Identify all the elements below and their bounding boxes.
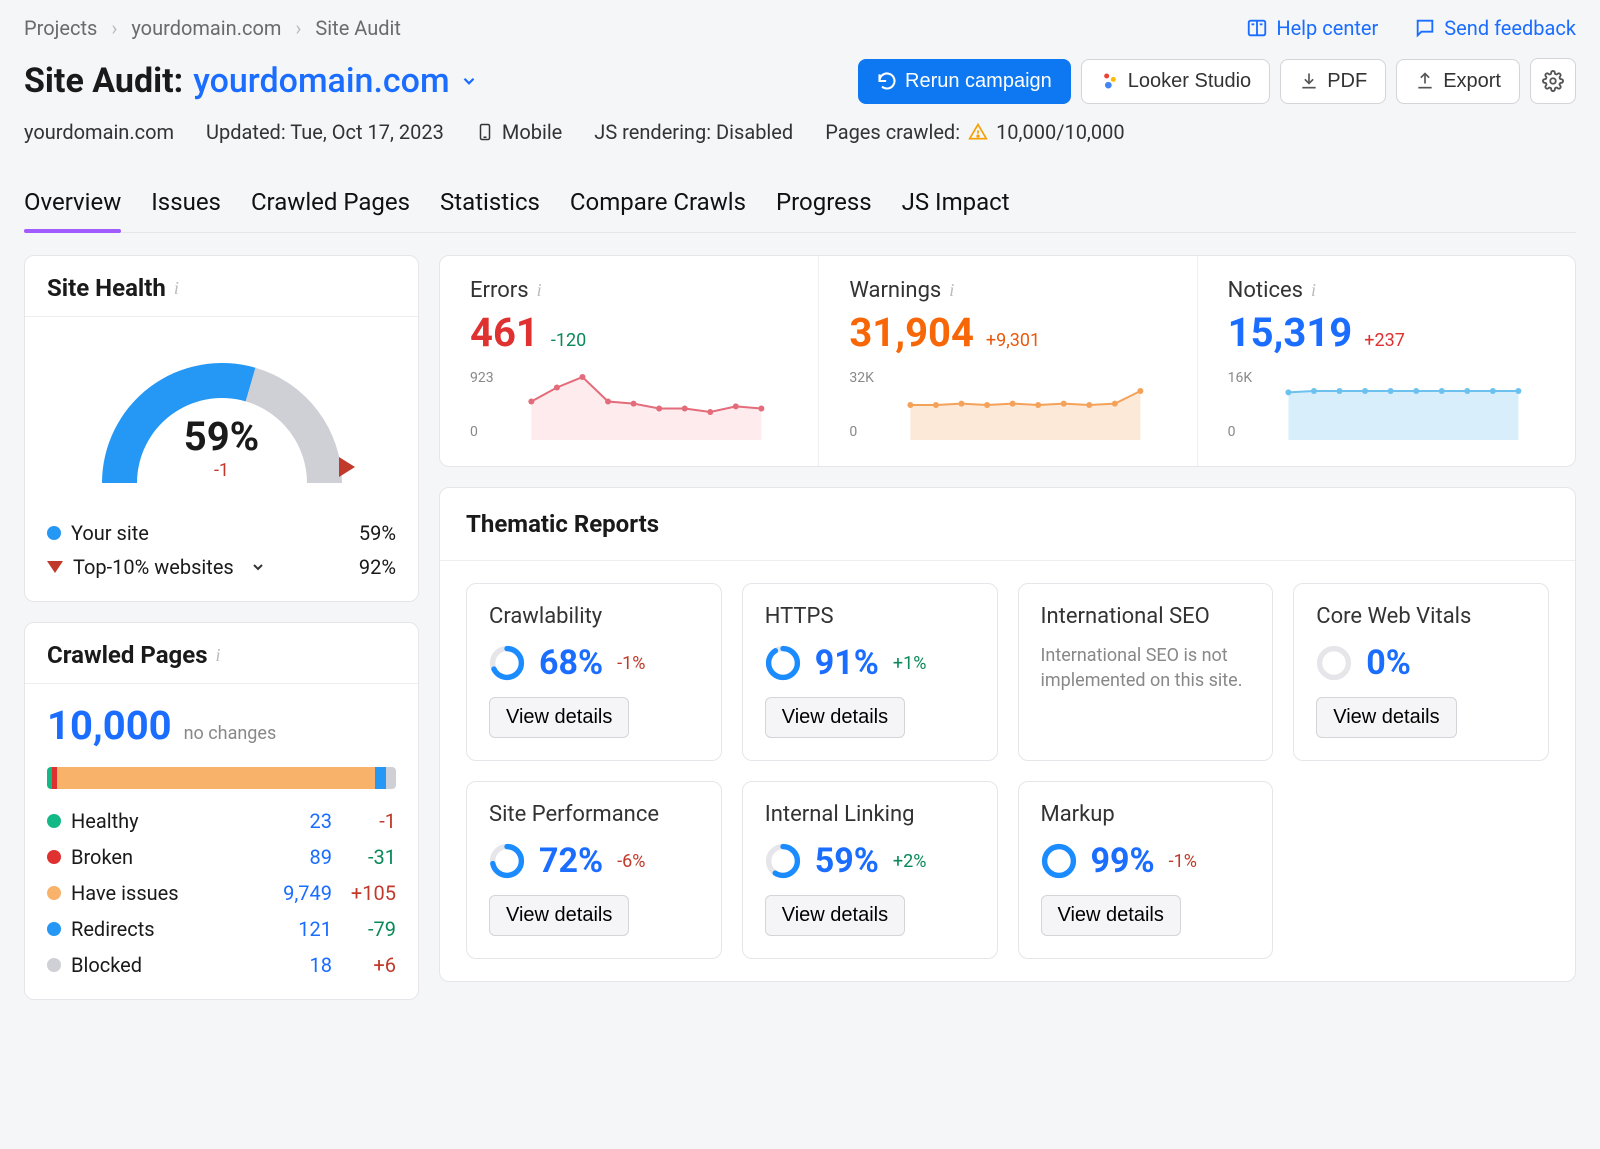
ring-icon bbox=[1041, 843, 1077, 879]
view-details-button[interactable]: View details bbox=[765, 895, 905, 936]
dot-icon bbox=[47, 814, 61, 828]
card-title: Thematic Reports bbox=[466, 510, 1549, 538]
sparkline-chart bbox=[504, 370, 789, 440]
tab-crawled-pages[interactable]: Crawled Pages bbox=[251, 188, 410, 232]
tab-js-impact[interactable]: JS Impact bbox=[902, 188, 1010, 232]
thematic-card-markup: Markup 99% -1% View details bbox=[1018, 781, 1274, 959]
ring-icon bbox=[1316, 645, 1352, 681]
meta-js: JS rendering: Disabled bbox=[594, 120, 793, 144]
page-title: Site Audit: yourdomain.com bbox=[24, 61, 478, 101]
stack-segment bbox=[375, 767, 385, 789]
thematic-reports-card: Thematic Reports Crawlability 68% -1% Vi… bbox=[439, 487, 1576, 982]
chevron-right-icon: › bbox=[295, 16, 301, 40]
triangle-down-icon bbox=[47, 561, 63, 573]
send-feedback-link[interactable]: Send feedback bbox=[1414, 16, 1576, 40]
info-icon[interactable]: i bbox=[174, 278, 179, 299]
tab-progress[interactable]: Progress bbox=[776, 188, 872, 232]
ring-icon bbox=[765, 645, 801, 681]
pdf-button[interactable]: PDF bbox=[1280, 59, 1386, 104]
export-button[interactable]: Export bbox=[1396, 59, 1520, 104]
refresh-icon bbox=[877, 71, 897, 91]
dot-icon bbox=[47, 958, 61, 972]
site-health-card: Site Health i 59% -1 bbox=[24, 255, 419, 602]
stat-notices[interactable]: Notices i 15,319+237 16K0 bbox=[1197, 256, 1575, 466]
help-center-link[interactable]: Help center bbox=[1246, 16, 1378, 40]
thematic-card-https: HTTPS 91% +1% View details bbox=[742, 583, 998, 761]
info-icon[interactable]: i bbox=[537, 280, 542, 301]
gauge-pointer-icon bbox=[339, 457, 355, 477]
crawled-row[interactable]: Redirects 121 -79 bbox=[47, 917, 396, 941]
meta-device: Mobile bbox=[476, 120, 562, 144]
stat-errors[interactable]: Errors i 461-120 9230 bbox=[440, 256, 818, 466]
stat-warnings[interactable]: Warnings i 31,904+9,301 32K0 bbox=[818, 256, 1196, 466]
stack-segment bbox=[386, 767, 396, 789]
info-icon[interactable]: i bbox=[1311, 280, 1316, 301]
upload-icon bbox=[1415, 71, 1435, 91]
breadcrumb-item[interactable]: Projects bbox=[24, 16, 97, 40]
tab-overview[interactable]: Overview bbox=[24, 188, 121, 232]
crawled-row[interactable]: Have issues 9,749 +105 bbox=[47, 881, 396, 905]
breadcrumb-item[interactable]: yourdomain.com bbox=[131, 16, 281, 40]
tab-statistics[interactable]: Statistics bbox=[440, 188, 540, 232]
info-icon[interactable]: i bbox=[216, 645, 221, 666]
stats-card: Errors i 461-120 9230 Warnings i 31,904+… bbox=[439, 255, 1576, 467]
view-details-button[interactable]: View details bbox=[489, 895, 629, 936]
thematic-card-core-web-vitals: Core Web Vitals 0% View details bbox=[1293, 583, 1549, 761]
tab-issues[interactable]: Issues bbox=[151, 188, 221, 232]
view-details-button[interactable]: View details bbox=[1316, 697, 1456, 738]
mobile-icon bbox=[476, 121, 494, 143]
settings-button[interactable] bbox=[1530, 58, 1576, 104]
ring-icon bbox=[489, 645, 525, 681]
chevron-down-icon bbox=[460, 72, 478, 90]
chevron-right-icon: › bbox=[111, 16, 117, 40]
sparkline-chart bbox=[884, 370, 1167, 440]
dot-icon bbox=[47, 526, 61, 540]
chat-icon bbox=[1414, 17, 1436, 39]
thematic-card-international-seo: International SEOInternational SEO is no… bbox=[1018, 583, 1274, 761]
domain-dropdown[interactable]: yourdomain.com bbox=[193, 61, 477, 101]
meta-crawled: Pages crawled: 10,000/10,000 bbox=[825, 120, 1124, 144]
dot-icon bbox=[47, 850, 61, 864]
thematic-card-crawlability: Crawlability 68% -1% View details bbox=[466, 583, 722, 761]
meta-row: yourdomain.com Updated: Tue, Oct 17, 202… bbox=[24, 120, 1576, 144]
crawled-total: 10,000 bbox=[47, 702, 172, 749]
thematic-card-internal-linking: Internal Linking 59% +2% View details bbox=[742, 781, 998, 959]
meta-domain: yourdomain.com bbox=[24, 120, 174, 144]
crawled-stacked-bar bbox=[47, 767, 396, 789]
crawled-row[interactable]: Broken 89 -31 bbox=[47, 845, 396, 869]
crawled-pages-card: Crawled Pages i 10,000 no changes Health… bbox=[24, 622, 419, 1000]
tab-compare-crawls[interactable]: Compare Crawls bbox=[570, 188, 746, 232]
download-icon bbox=[1299, 71, 1319, 91]
info-icon[interactable]: i bbox=[949, 280, 954, 301]
view-details-button[interactable]: View details bbox=[1041, 895, 1181, 936]
book-icon bbox=[1246, 17, 1268, 39]
breadcrumb-item[interactable]: Site Audit bbox=[315, 16, 401, 40]
view-details-button[interactable]: View details bbox=[489, 697, 629, 738]
ring-icon bbox=[765, 843, 801, 879]
crawled-row[interactable]: Blocked 18 +6 bbox=[47, 953, 396, 977]
warning-icon bbox=[968, 122, 988, 142]
dot-icon bbox=[47, 922, 61, 936]
sparkline-chart bbox=[1262, 370, 1545, 440]
crawled-row[interactable]: Healthy 23 -1 bbox=[47, 809, 396, 833]
meta-updated: Updated: Tue, Oct 17, 2023 bbox=[206, 120, 444, 144]
looker-icon bbox=[1100, 71, 1120, 91]
card-title: Site Health bbox=[47, 274, 166, 302]
rerun-button[interactable]: Rerun campaign bbox=[858, 59, 1071, 104]
breadcrumb: Projects › yourdomain.com › Site Audit bbox=[24, 16, 401, 40]
stack-segment bbox=[57, 767, 375, 789]
ring-icon bbox=[489, 843, 525, 879]
top10-dropdown[interactable]: Top-10% websites 92% bbox=[47, 555, 396, 579]
dot-icon bbox=[47, 886, 61, 900]
view-details-button[interactable]: View details bbox=[765, 697, 905, 738]
health-gauge: 59% -1 bbox=[87, 343, 357, 493]
chevron-down-icon bbox=[250, 559, 266, 575]
looker-button[interactable]: Looker Studio bbox=[1081, 59, 1270, 104]
card-title: Crawled Pages bbox=[47, 641, 208, 669]
thematic-card-site-performance: Site Performance 72% -6% View details bbox=[466, 781, 722, 959]
gear-icon bbox=[1542, 70, 1564, 92]
